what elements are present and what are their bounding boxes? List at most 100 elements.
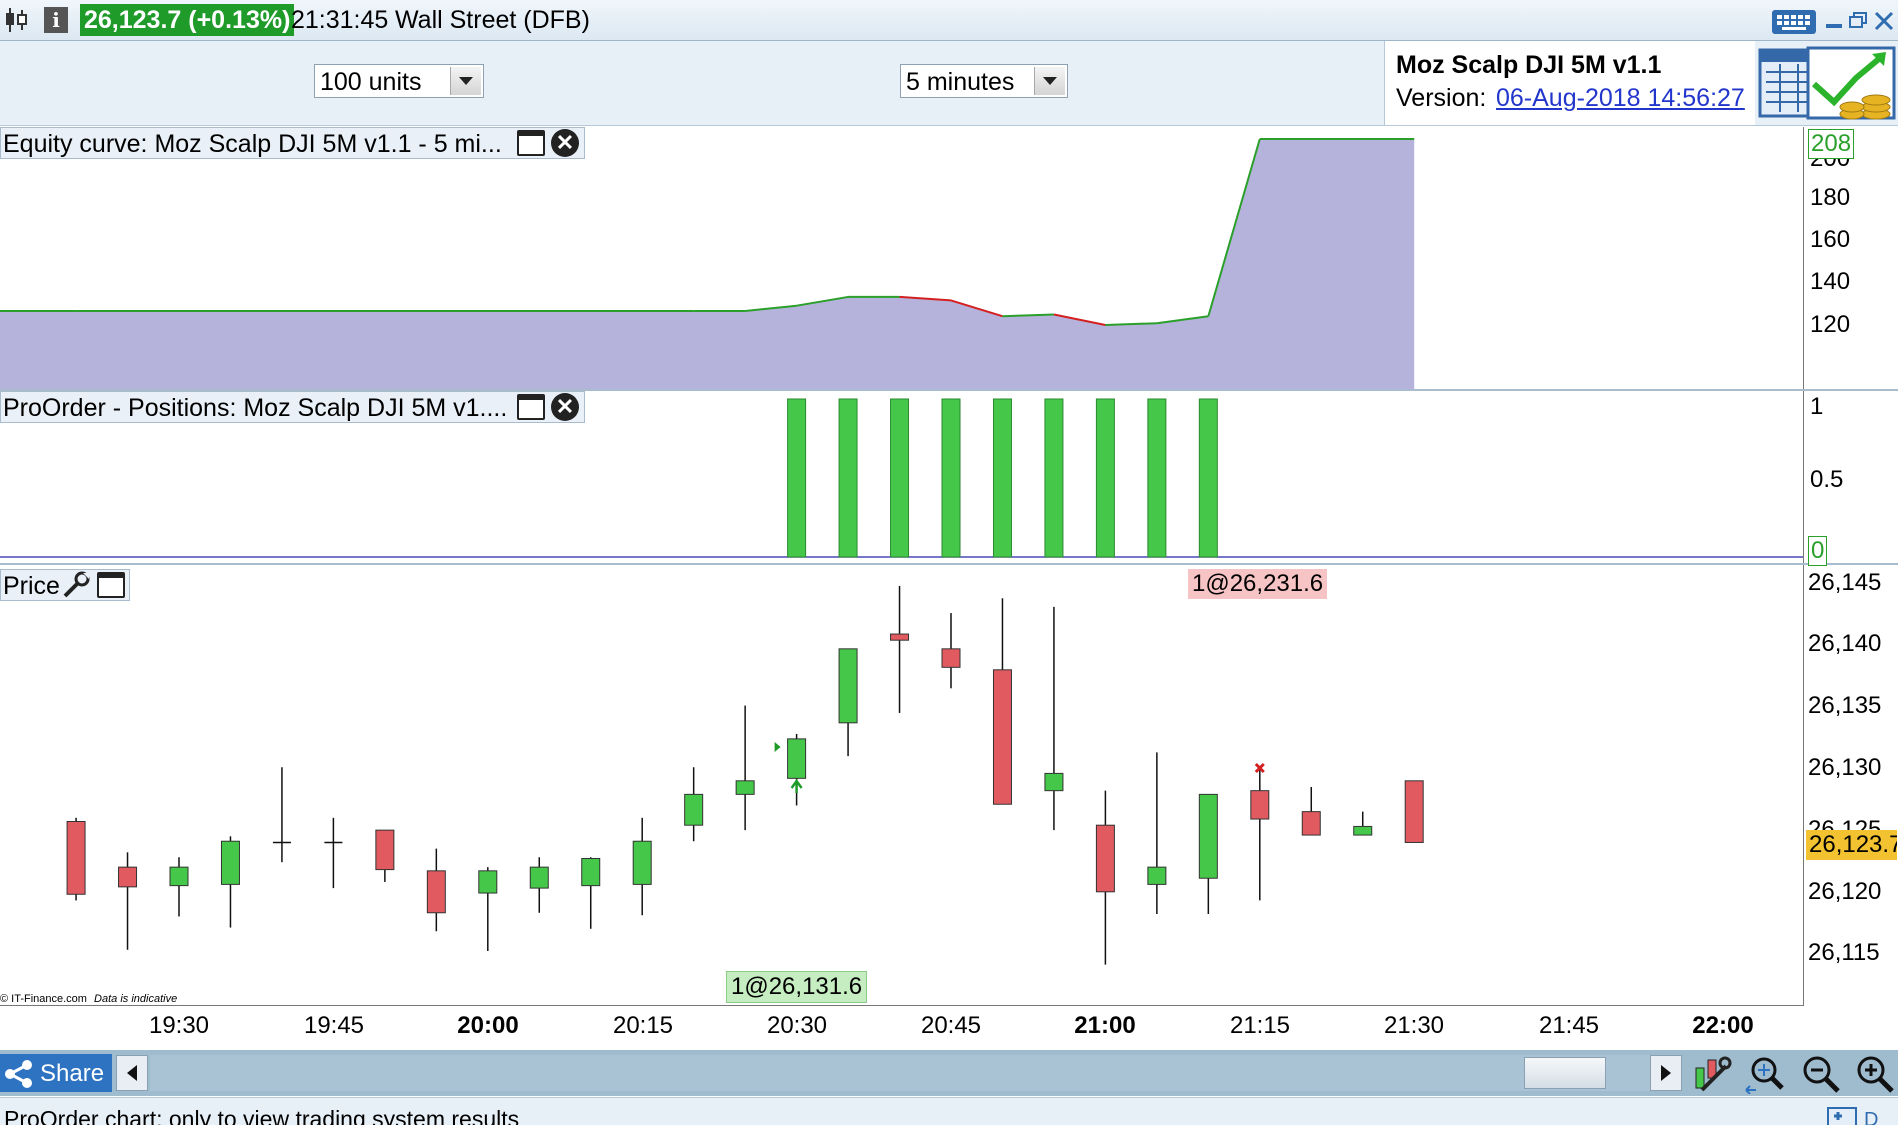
zoom-in-icon[interactable] bbox=[1854, 1054, 1896, 1094]
zoom-out-icon[interactable] bbox=[1800, 1054, 1842, 1094]
price-title-text: Price bbox=[3, 572, 60, 600]
candle-up bbox=[787, 738, 807, 779]
candle-up bbox=[1353, 825, 1373, 836]
time-label: 20:30 bbox=[766, 1012, 828, 1039]
wrench-icon[interactable] bbox=[61, 571, 91, 599]
price-axis: 26,145 26,140 26,135 26,130 26,125 26,12… bbox=[1803, 565, 1898, 1005]
status-text: ProOrder chart: only to view trading sys… bbox=[4, 1106, 520, 1125]
time-label: 20:00 bbox=[457, 1012, 519, 1039]
equity-axis-label-120: 120 bbox=[1810, 311, 1851, 338]
price-axis-label: 26,115 bbox=[1808, 939, 1880, 966]
price-change-badge: 26,123.7 (+0.13%) bbox=[80, 4, 295, 36]
candle-down bbox=[1250, 790, 1270, 820]
candle-down bbox=[941, 648, 961, 668]
positions-axis-label-0-5: 0.5 bbox=[1810, 466, 1844, 493]
equity-area bbox=[0, 139, 1415, 389]
position-bar bbox=[787, 398, 807, 558]
price-axis-label: 26,140 bbox=[1808, 630, 1882, 657]
candle-up bbox=[735, 780, 755, 795]
position-bar bbox=[1095, 398, 1115, 558]
chart-settings-icon[interactable] bbox=[1692, 1054, 1732, 1094]
window-icon[interactable] bbox=[517, 130, 545, 156]
positions-axis: 1 0.5 0 bbox=[1803, 391, 1898, 566]
status-bar: ProOrder chart: only to view trading sys… bbox=[0, 1097, 1898, 1125]
trading-system-logo-icon bbox=[1756, 44, 1898, 122]
time-label: 19:30 bbox=[148, 1012, 210, 1039]
data-disclaimer: Data is indicative bbox=[94, 993, 178, 1005]
price-panel-title: Price bbox=[0, 569, 130, 601]
chart-navigation-bar: Share bbox=[0, 1050, 1898, 1096]
position-bar bbox=[941, 398, 961, 558]
price-chart bbox=[66, 585, 1424, 965]
version-date-link[interactable]: 06-Aug-2018 14:56:27 bbox=[1496, 84, 1745, 113]
chevron-down-icon[interactable] bbox=[450, 67, 481, 95]
copyright-text: © IT-Finance.com Data is indicative bbox=[0, 993, 177, 1005]
info-icon[interactable]: i bbox=[44, 7, 68, 33]
scroll-right-button[interactable] bbox=[1650, 1055, 1682, 1091]
window-icon[interactable] bbox=[97, 572, 125, 598]
status-app-icon[interactable]: D bbox=[1826, 1106, 1898, 1125]
equity-axis-label-140: 140 bbox=[1810, 268, 1851, 295]
equity-last-value: 208 bbox=[1808, 129, 1855, 159]
position-bar bbox=[992, 398, 1012, 558]
units-select[interactable]: 100 units bbox=[314, 64, 484, 98]
scroll-left-button[interactable] bbox=[116, 1055, 148, 1091]
position-bar bbox=[1198, 398, 1218, 558]
position-bar bbox=[890, 398, 910, 558]
candle-up bbox=[684, 793, 704, 826]
candle-down bbox=[1301, 811, 1321, 836]
price-axis-label: 26,130 bbox=[1808, 754, 1882, 781]
instrument-name: Wall Street (DFB) bbox=[395, 6, 590, 34]
candle-up bbox=[1198, 793, 1218, 879]
window-icon[interactable] bbox=[517, 394, 545, 420]
positions-panel: 1 0.5 0 ProOrder - Positions: Moz Scalp … bbox=[0, 391, 1898, 566]
close-icon[interactable]: ✕ bbox=[551, 129, 579, 157]
time-label: 21:00 bbox=[1074, 1012, 1136, 1039]
candle-up bbox=[529, 866, 549, 889]
svg-text:D: D bbox=[1864, 1109, 1878, 1125]
scroll-track[interactable] bbox=[150, 1055, 1650, 1091]
restore-icon[interactable] bbox=[1849, 12, 1867, 28]
chevron-down-icon[interactable] bbox=[1034, 67, 1065, 95]
equity-panel-title: Equity curve: Moz Scalp DJI 5M v1.1 - 5 … bbox=[0, 127, 585, 159]
equity-chart bbox=[0, 138, 1415, 389]
positions-panel-title: ProOrder - Positions: Moz Scalp DJI 5M v… bbox=[0, 391, 585, 423]
equity-title-text: Equity curve: Moz Scalp DJI 5M v1.1 - 5 … bbox=[3, 130, 502, 158]
share-icon bbox=[5, 1060, 32, 1088]
scroll-thumb[interactable] bbox=[1524, 1057, 1606, 1089]
share-label: Share bbox=[40, 1060, 105, 1087]
equity-axis-label-160: 160 bbox=[1810, 226, 1851, 253]
close-icon[interactable]: ✕ bbox=[551, 393, 579, 421]
time-label: 22:00 bbox=[1692, 1012, 1754, 1039]
units-select-value: 100 units bbox=[320, 68, 422, 96]
timeframe-select-value: 5 minutes bbox=[906, 68, 1015, 96]
time-label: 21:45 bbox=[1538, 1012, 1600, 1039]
close-window-icon[interactable] bbox=[1873, 10, 1895, 32]
share-button[interactable]: Share bbox=[0, 1054, 112, 1092]
candlestick-app-icon[interactable] bbox=[4, 6, 30, 34]
position-bar bbox=[838, 398, 858, 558]
price-panel: 26,145 26,140 26,135 26,130 26,125 26,12… bbox=[0, 565, 1898, 1005]
candle-down bbox=[890, 633, 910, 641]
equity-panel: 200 180 160 140 120 208 Equity curve: Mo… bbox=[0, 127, 1898, 391]
candle-down bbox=[118, 866, 138, 888]
time-label: 21:15 bbox=[1229, 1012, 1291, 1039]
candle-up bbox=[220, 840, 240, 885]
current-price-badge: 26,123.7 bbox=[1806, 830, 1897, 860]
positions-title-text: ProOrder - Positions: Moz Scalp DJI 5M v… bbox=[3, 394, 508, 422]
position-bar bbox=[1147, 398, 1167, 558]
candle-up bbox=[169, 866, 189, 887]
entry-pointer-icon bbox=[774, 742, 781, 752]
minimize-icon[interactable] bbox=[1826, 24, 1842, 28]
equity-axis-label-180: 180 bbox=[1810, 184, 1851, 211]
equity-axis: 200 180 160 140 120 208 bbox=[1803, 127, 1898, 389]
version-label: Version: bbox=[1396, 84, 1487, 112]
candle-up bbox=[632, 840, 652, 885]
keyboard-icon[interactable] bbox=[1772, 10, 1816, 34]
timeframe-select[interactable]: 5 minutes bbox=[900, 64, 1068, 98]
price-axis-label: 26,135 bbox=[1808, 692, 1882, 719]
price-axis-label: 26,125 bbox=[1808, 816, 1882, 830]
candle-up bbox=[838, 648, 858, 724]
zoom-fit-icon[interactable] bbox=[1744, 1054, 1788, 1095]
price-axis-label: 26,145 bbox=[1808, 569, 1882, 596]
